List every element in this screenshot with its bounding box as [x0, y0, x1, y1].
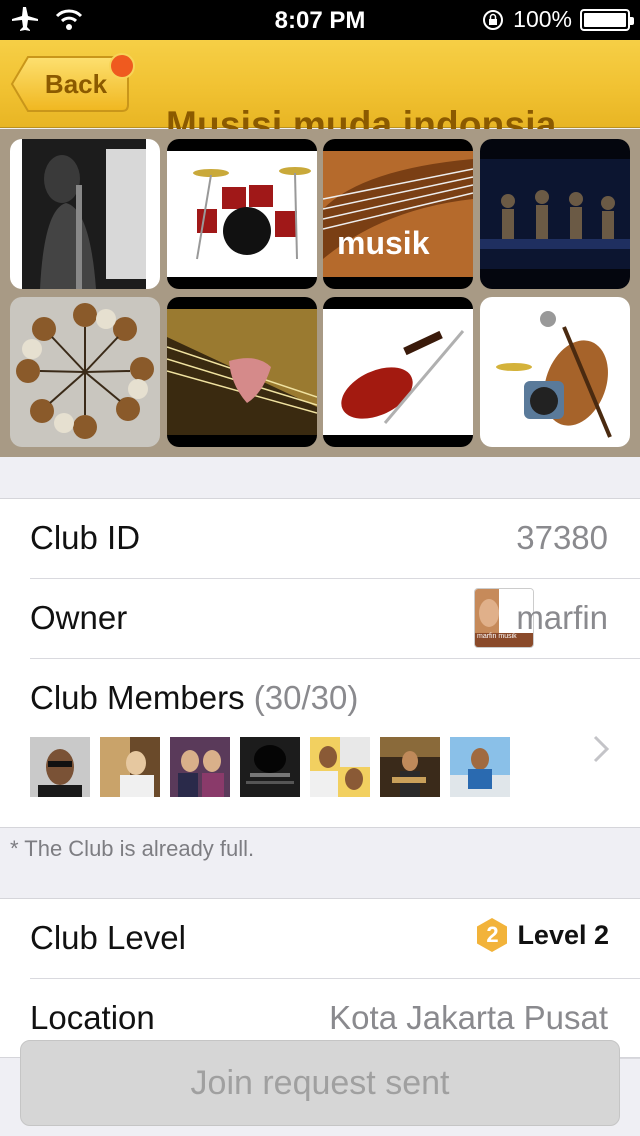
member-avatar[interactable]	[240, 737, 300, 797]
member-avatar[interactable]	[450, 737, 510, 797]
status-right: 100%	[481, 6, 634, 33]
club-members-row[interactable]: Club Members (30/30)	[30, 659, 640, 829]
club-full-note: * The Club is already full.	[10, 836, 255, 861]
chevron-right-icon[interactable]	[592, 734, 610, 764]
singer-studio-photo[interactable]	[10, 139, 160, 289]
club-id-value: 37380	[516, 519, 608, 556]
battery-icon	[580, 8, 634, 31]
member-avatar-list	[30, 737, 510, 797]
location-value: Kota Jakarta Pusat	[329, 999, 608, 1036]
club-details-section: Club Level 2 Level 2 Location Kota Jakar…	[0, 898, 640, 1059]
guitar-circle-photo[interactable]	[10, 297, 160, 447]
musik-caption: musik	[337, 225, 430, 261]
guitar-strings-photo[interactable]: musik	[323, 139, 473, 289]
member-avatar[interactable]	[310, 737, 370, 797]
owner-row[interactable]: Owner marfin musik marfin	[30, 579, 640, 659]
members-count: (30/30)	[253, 679, 359, 716]
member-avatar[interactable]	[170, 737, 230, 797]
owner-label: Owner	[30, 599, 128, 636]
members-label: Club Members (30/30)	[30, 679, 358, 717]
notification-dot	[109, 53, 135, 79]
violin-photo[interactable]	[323, 297, 473, 447]
drum-kit-photo[interactable]	[167, 139, 317, 289]
back-button-label: Back	[44, 68, 108, 99]
members-label-text: Club Members	[30, 679, 245, 716]
club-id-row: Club ID 37380	[30, 499, 640, 579]
club-level-value: Level 2	[517, 919, 609, 950]
club-photo-gallery: musik	[0, 129, 640, 457]
level-hexagon-number: 2	[486, 922, 499, 947]
instruments-collage-photo[interactable]	[480, 297, 630, 447]
navigation-bar: Back Musisi muda indonsia	[0, 40, 640, 145]
level-hexagon-icon: 2	[475, 917, 509, 953]
location-label: Location	[30, 999, 155, 1036]
club-level-row: Club Level 2 Level 2	[30, 899, 640, 979]
owner-name: marfin	[516, 599, 608, 636]
join-request-label: Join request sent	[190, 1063, 450, 1102]
member-avatar[interactable]	[380, 737, 440, 797]
rotation-lock-icon	[483, 9, 504, 30]
club-id-label: Club ID	[30, 519, 141, 556]
club-info-section: Club ID 37380 Owner marfin musik marfin …	[0, 498, 640, 828]
club-level-label: Club Level	[30, 919, 186, 956]
member-avatar[interactable]	[100, 737, 160, 797]
member-avatar[interactable]	[30, 737, 90, 797]
guitar-pick-photo[interactable]	[167, 297, 317, 447]
owner-avatar-caption: marfin musik	[477, 633, 517, 640]
level-badge: 2 Level 2	[475, 917, 609, 953]
join-request-button[interactable]: Join request sent	[20, 1040, 620, 1126]
status-bar: 8:07 PM 100%	[0, 0, 640, 40]
live-band-photo[interactable]	[480, 139, 630, 289]
battery-percent: 100%	[513, 6, 572, 32]
